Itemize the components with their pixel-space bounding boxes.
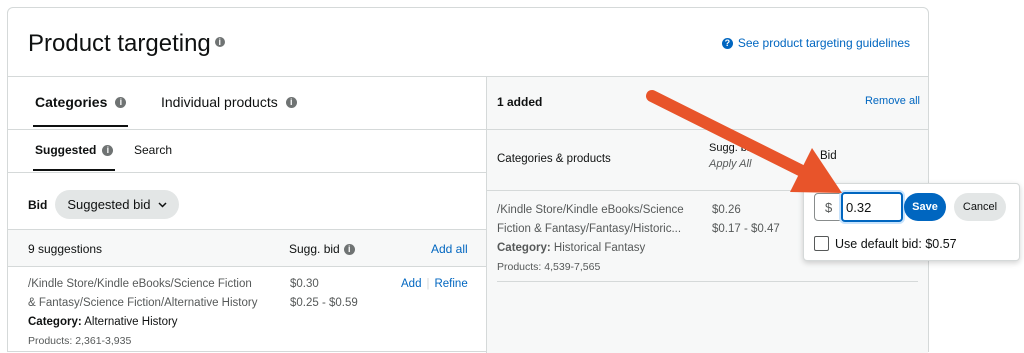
annotation-arrow	[646, 90, 842, 193]
arrow-shaft	[646, 90, 806, 176]
